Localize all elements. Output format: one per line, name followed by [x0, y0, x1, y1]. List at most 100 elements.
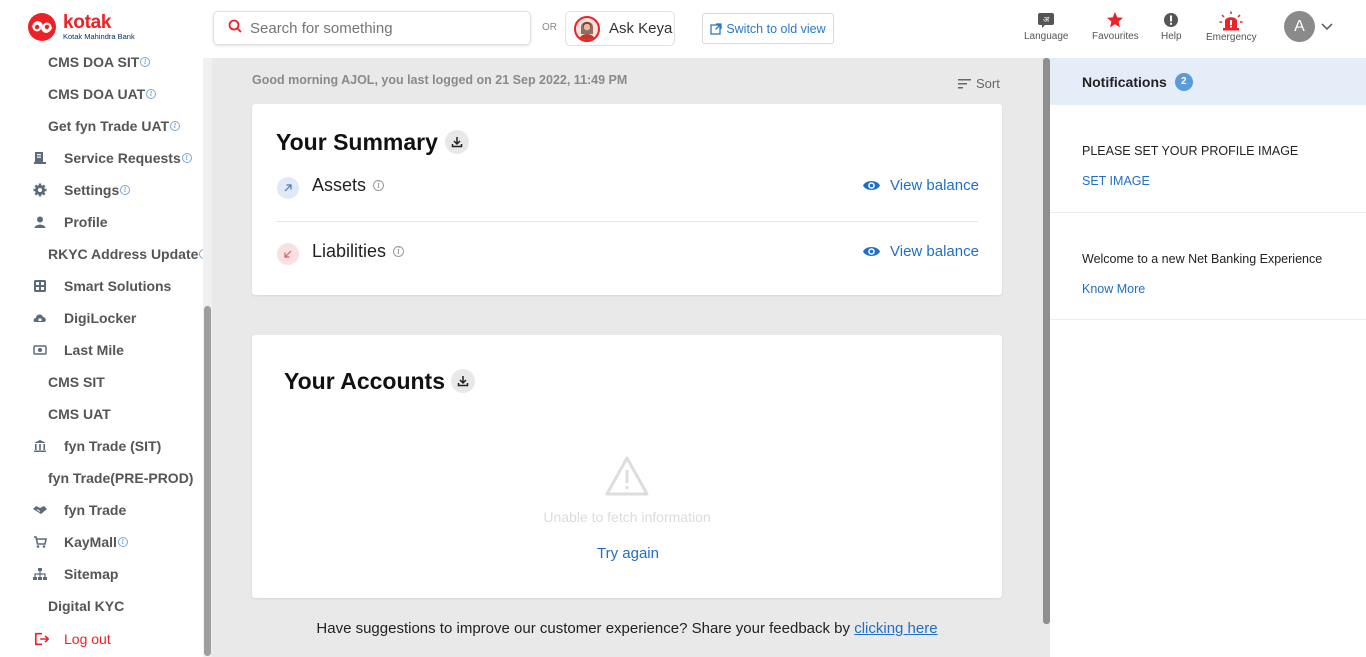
sidebar-item-rkyc-address-update[interactable]: RKYC Address Updatei: [0, 243, 210, 265]
sidebar-item-sitemap[interactable]: Sitemap: [0, 563, 118, 585]
info-icon[interactable]: i: [373, 180, 385, 191]
sidebar-item-fyn-trade[interactable]: fyn Trade: [0, 499, 126, 521]
search-box[interactable]: [213, 11, 531, 45]
assets-view-balance-button[interactable]: View balance: [862, 177, 979, 194]
sidebar-item-label: Log out: [64, 631, 111, 647]
sidebar-item-label: Smart Solutions: [64, 278, 172, 294]
sidebar-item-log-out[interactable]: Log out: [0, 628, 111, 650]
view-balance-label: View balance: [890, 177, 979, 194]
info-icon[interactable]: i: [146, 89, 157, 99]
gear-icon: [32, 182, 48, 198]
service-requests-icon: [32, 150, 48, 166]
download-icon[interactable]: [445, 130, 469, 154]
assets-arrow-icon: [277, 177, 299, 199]
language-icon: अ: [1038, 13, 1055, 28]
bank-icon: [32, 438, 48, 454]
sidebar-item-label: Service Requests: [64, 150, 181, 166]
set-image-link[interactable]: SET IMAGE: [1082, 174, 1150, 188]
assets-label: Assets: [312, 175, 367, 195]
sidebar-item-label: CMS DOA UAT: [48, 86, 146, 102]
sidebar-item-get-fyn-trade-uat[interactable]: Get fyn Trade UAT i: [0, 115, 181, 137]
feedback-link[interactable]: clicking here: [854, 620, 937, 637]
notification-text: PLEASE SET YOUR PROFILE IMAGE: [1082, 144, 1299, 158]
info-icon[interactable]: i: [120, 185, 131, 195]
sidebar-item-label: KayMall: [64, 534, 117, 550]
sidebar-item-label: fyn Trade (SIT): [64, 438, 162, 454]
try-again-button[interactable]: Try again: [597, 545, 659, 562]
sidebar-item-fyn-trade-pre-prod[interactable]: fyn Trade(PRE-PROD): [0, 467, 193, 489]
sidebar-item-service-requests[interactable]: Service Requests i: [0, 147, 192, 169]
notification-text: Welcome to a new Net Banking Experience: [1082, 252, 1323, 266]
sidebar-item-label: Digital KYC: [48, 598, 125, 614]
logo-title: kotak: [63, 12, 112, 34]
liabilities-view-balance-button[interactable]: View balance: [862, 243, 979, 260]
switch-old-view-button[interactable]: Switch to old view: [702, 13, 834, 44]
notifications-title: Notifications: [1082, 73, 1167, 90]
summary-card: Your Summary Assets i View balance Liabi…: [252, 104, 1002, 295]
emergency-button[interactable]: Emergency: [1206, 11, 1257, 43]
emergency-label: Emergency: [1206, 32, 1257, 43]
sidebar-item-last-mile[interactable]: Last Mile: [0, 339, 124, 361]
profile-icon: [32, 214, 48, 230]
language-button[interactable]: अ Language: [1024, 12, 1069, 42]
sidebar-item-digilocker[interactable]: DigiLocker: [0, 307, 136, 329]
switch-old-view-label: Switch to old view: [726, 21, 826, 36]
favourites-button[interactable]: Favourites: [1092, 11, 1139, 42]
sidebar-item-cms-uat[interactable]: CMS UAT: [0, 403, 111, 425]
know-more-link[interactable]: Know More: [1082, 282, 1145, 296]
liabilities-label: Liabilities: [312, 241, 387, 261]
sidebar-item-kaymall[interactable]: KayMall i: [0, 531, 128, 553]
summary-divider: [276, 221, 978, 222]
feedback-text: Have suggestions to improve our customer…: [212, 620, 1042, 637]
svg-text:अ: अ: [1043, 15, 1050, 24]
sidebar-item-cms-doa-uat[interactable]: CMS DOA UAT i: [0, 83, 157, 105]
smart-solutions-icon: [32, 278, 48, 294]
view-balance-label: View balance: [890, 243, 979, 260]
sidebar-item-smart-solutions[interactable]: Smart Solutions: [0, 275, 171, 297]
notifications-header: Notifications 2: [1050, 58, 1366, 105]
info-icon[interactable]: i: [117, 537, 128, 547]
assets-row: Assets i: [312, 175, 385, 196]
notifications-count-badge: 2: [1174, 72, 1193, 91]
sidebar-item-cms-doa-sit[interactable]: CMS DOA SIT i: [0, 51, 151, 73]
search-input[interactable]: [250, 19, 510, 37]
notifications-panel: Notifications 2 PLEASE SET YOUR PROFILE …: [1050, 58, 1366, 657]
logo-subtitle: Kotak Mahindra Bank: [63, 32, 135, 42]
ask-keya-button[interactable]: Ask Keya: [565, 11, 675, 46]
help-button[interactable]: Help: [1161, 12, 1182, 42]
main-scrollbar-thumb[interactable]: [1043, 58, 1050, 624]
help-label: Help: [1161, 31, 1182, 42]
sidebar-item-label: Get fyn Trade UAT: [48, 118, 170, 134]
fetch-error-text: Unable to fetch information: [543, 509, 711, 525]
or-separator: OR: [542, 22, 557, 33]
info-icon[interactable]: i: [181, 153, 192, 163]
warning-icon: [604, 455, 650, 502]
info-icon[interactable]: i: [393, 246, 405, 257]
info-icon[interactable]: i: [170, 121, 181, 131]
sidebar-item-label: RKYC Address Update: [48, 246, 199, 262]
sidebar-item-settings[interactable]: Settings i: [0, 179, 131, 201]
kotak-logo-icon: [27, 12, 61, 42]
keya-avatar-icon: [574, 15, 600, 42]
sidebar-item-label: DigiLocker: [64, 310, 137, 326]
sidebar-item-label: Profile: [64, 214, 108, 230]
accounts-card: Your Accounts Unable to fetch informatio…: [252, 335, 1002, 598]
sidebar-item-digital-kyc[interactable]: Digital KYC: [0, 595, 124, 617]
kotak-logo[interactable]: kotak Kotak Mahindra Bank: [27, 12, 135, 42]
sidebar-item-profile[interactable]: Profile: [0, 211, 108, 233]
sidebar-item-label: Last Mile: [64, 342, 124, 358]
chevron-down-icon[interactable]: [1320, 19, 1334, 37]
language-label: Language: [1024, 31, 1069, 42]
liabilities-arrow-icon: [277, 243, 299, 265]
sort-button[interactable]: Sort: [958, 76, 1000, 91]
sidebar-item-cms-sit[interactable]: CMS SIT: [0, 371, 105, 393]
download-icon[interactable]: [451, 369, 475, 393]
greeting-text: Good morning AJOL, you last logged on 21…: [252, 73, 628, 87]
sidebar-item-fyn-trade-sit[interactable]: fyn Trade (SIT): [0, 435, 161, 457]
star-icon: [1107, 12, 1124, 28]
sitemap-icon: [32, 566, 48, 582]
emergency-siren-icon: [1219, 11, 1243, 31]
sidebar-scrollbar-thumb[interactable]: [204, 306, 211, 656]
info-icon[interactable]: i: [140, 57, 151, 67]
user-avatar[interactable]: A: [1284, 11, 1315, 42]
